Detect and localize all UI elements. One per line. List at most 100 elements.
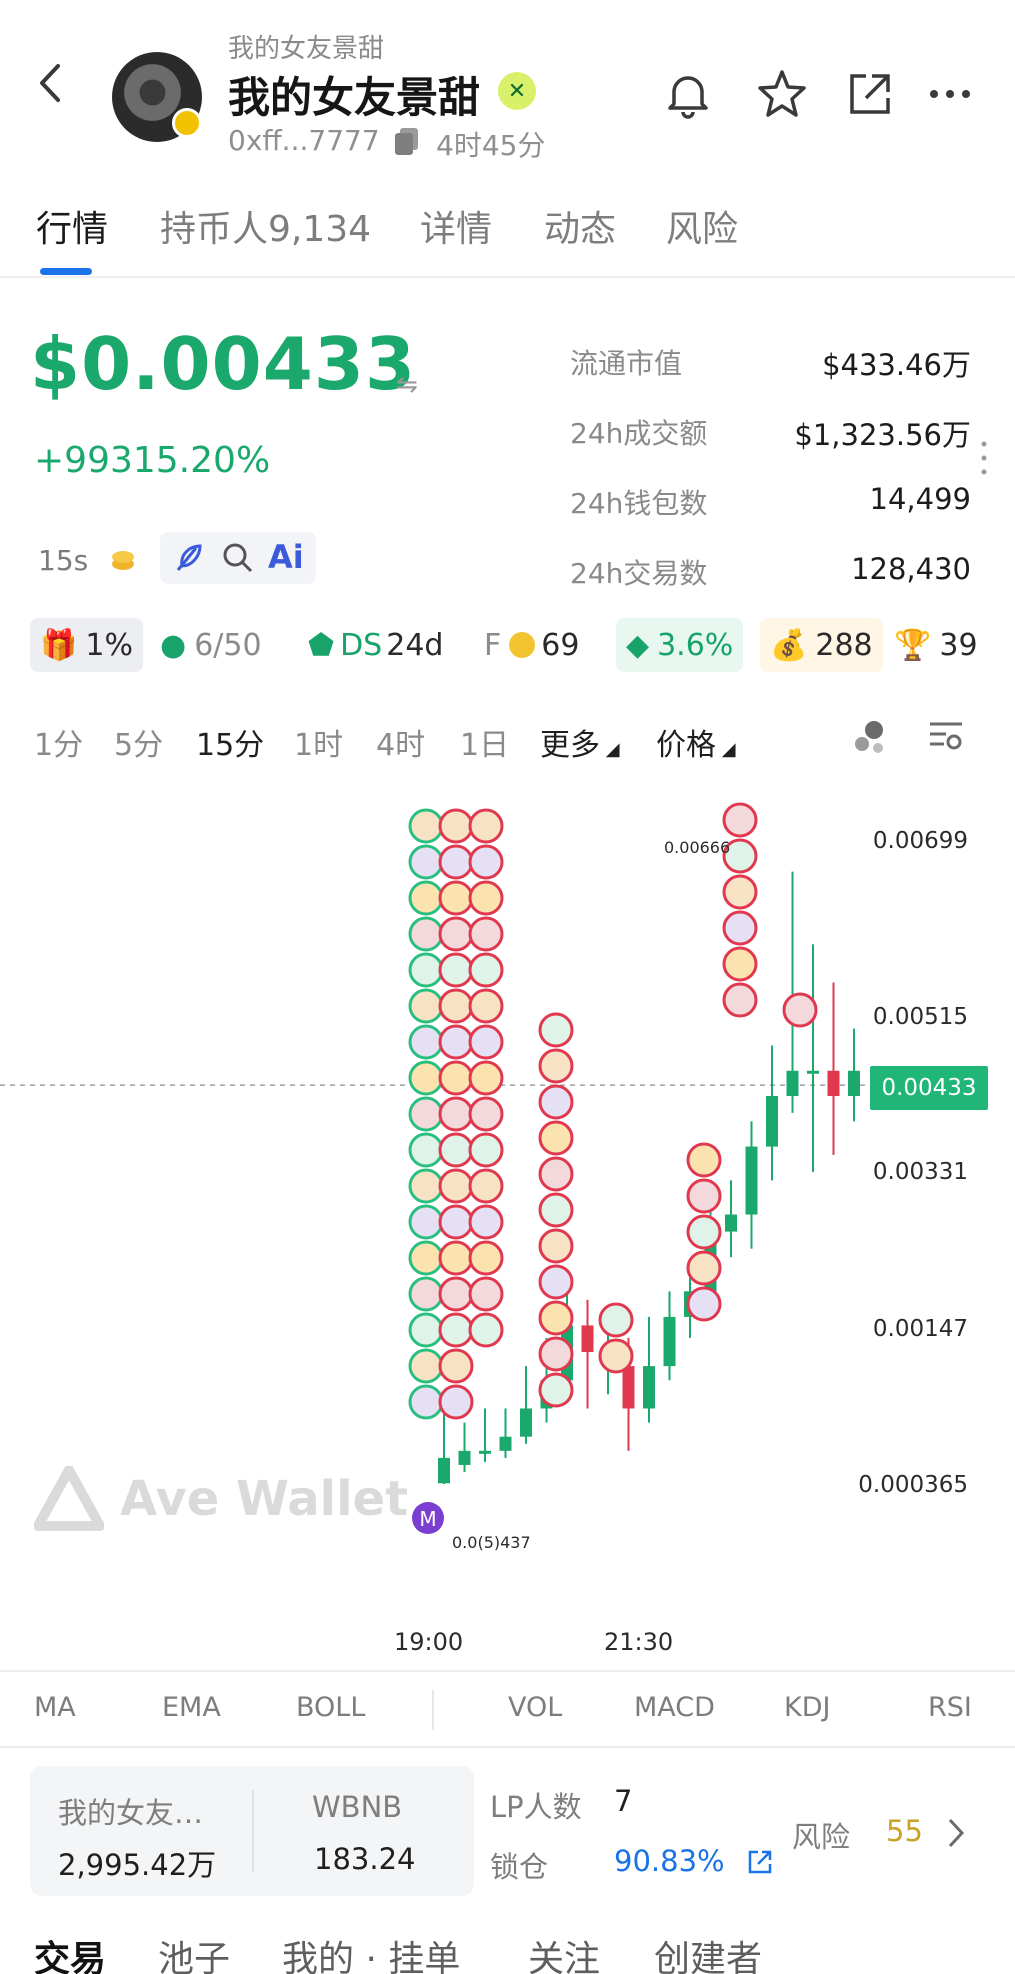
indicator-ema[interactable]: EMA [162,1692,221,1723]
trade-marker [538,1228,574,1264]
trade-marker [722,982,758,1018]
trade-marker [408,808,444,844]
indicator-ma[interactable]: MA [34,1692,76,1723]
candle-body [520,1408,532,1437]
gift-icon: 🎁 [40,627,78,663]
candlestick-chart[interactable]: 0.00699 0.00515 0.00331 0.00147 0.000365 M 0.0… [0,780,1015,1625]
trade-marker [538,1120,574,1156]
trade-marker [468,1168,504,1204]
trade-marker [686,1250,722,1286]
pool-base-label: WBNB [312,1790,403,1824]
swap-icon[interactable]: ⇋ [396,370,418,400]
tab-activity[interactable]: 动态 [544,200,616,252]
trade-marker [468,1096,504,1132]
interval-1h[interactable]: 1时 [294,720,343,764]
trade-marker [408,1312,444,1348]
ds-badge[interactable]: ⬟ DS 24d [298,618,453,672]
holder-icon: ● [160,627,187,663]
divider [432,1690,434,1730]
indicator-kdj[interactable]: KDJ [784,1692,830,1723]
tab-market[interactable]: 行情 [36,200,108,252]
money-bag-badge[interactable]: 💰 288 [760,618,883,672]
share-icon[interactable] [842,66,898,122]
candle-body [848,1070,860,1097]
trade-marker [538,1336,574,1372]
star-icon[interactable] [754,66,810,122]
tab-trade[interactable]: 交易 [34,1930,106,1974]
trade-marker [408,988,444,1024]
trade-marker [408,1168,444,1204]
trade-marker [438,1348,474,1384]
trade-marker [722,874,758,910]
trade-marker [438,1060,474,1096]
risk-score[interactable]: 55 [886,1814,923,1848]
risk-label: 风险 [792,1820,851,1854]
interval-1d[interactable]: 1日 [460,720,509,764]
indicator-rsi[interactable]: RSI [928,1692,972,1723]
pool-base-value: 183.24 [314,1842,416,1876]
candle-body [458,1450,471,1465]
f-badge[interactable]: F 69 [474,618,589,672]
price-change: +99315.20% [34,440,271,481]
trophy-badge[interactable]: 🏆 39 [884,618,988,672]
copy-icon[interactable] [390,124,424,158]
trade-marker [598,1338,634,1374]
tab-my-orders[interactable]: 我的 · 挂单 [282,1930,460,1974]
indicator-boll[interactable]: BOLL [296,1692,365,1723]
stat-value: 14,499 [869,482,971,516]
more-options-icon[interactable] [922,66,978,122]
chart-settings-icon[interactable] [926,718,966,754]
candle-body [663,1316,676,1367]
ai-button[interactable]: Ai [268,538,304,576]
trade-marker [438,1240,474,1276]
search-icon[interactable] [220,540,256,576]
tab-holders[interactable]: 持币人9,134 [160,200,371,252]
trade-marker [722,910,758,946]
indicator-macd[interactable]: MACD [634,1692,715,1723]
candle-body [745,1146,758,1215]
trade-marker [538,1372,574,1408]
indicator-vol[interactable]: VOL [508,1692,562,1723]
trade-marker [408,844,444,880]
stat-label: 24h钱包数 [570,487,708,520]
more-intervals-dropdown[interactable]: 更多 ◢ [540,720,620,764]
price-mode-dropdown[interactable]: 价格 ◢ [656,720,736,764]
trade-marker [686,1214,722,1250]
candle-body [643,1366,655,1409]
layers-badge[interactable]: ◆ 3.6% [616,618,744,672]
candle-body [725,1214,737,1232]
verified-icon: ✕ [498,72,536,110]
tab-follow[interactable]: 关注 [528,1930,600,1974]
lp-count-value: 7 [614,1784,633,1818]
interval-1m[interactable]: 1分 [34,720,83,764]
tab-pool[interactable]: 池子 [158,1930,230,1974]
chevron-right-icon[interactable] [944,1816,968,1850]
trade-marker [468,1276,504,1312]
tab-creator[interactable]: 创建者 [654,1930,762,1974]
tax-badge[interactable]: 🎁 1% [30,618,143,672]
bubbles-icon[interactable] [850,716,890,756]
lock-value[interactable]: 90.83% [614,1844,725,1878]
layers-icon: ◆ [626,627,650,663]
trade-marker [438,1132,474,1168]
trade-marker [468,844,504,880]
feather-icon[interactable] [170,540,206,576]
holders-badge[interactable]: ● 6/50 [150,618,272,672]
external-link-icon[interactable] [746,1848,774,1876]
candle-body [438,1457,450,1484]
interval-15m[interactable]: 15分 [196,720,264,764]
interval-5m[interactable]: 5分 [114,720,163,764]
candle-body [786,1070,799,1097]
trade-marker [598,1302,634,1338]
trade-marker [408,1240,444,1276]
vertical-more-icon[interactable] [980,440,988,476]
trade-marker [468,1132,504,1168]
timeframe-tag[interactable]: 15s [38,544,88,577]
trade-marker [438,1384,474,1420]
tab-risk[interactable]: 风险 [666,200,738,252]
bell-icon[interactable] [660,66,716,122]
tab-details[interactable]: 详情 [420,200,492,252]
interval-4h[interactable]: 4时 [376,720,425,764]
active-tab-indicator [40,268,92,275]
back-icon[interactable] [30,58,70,108]
